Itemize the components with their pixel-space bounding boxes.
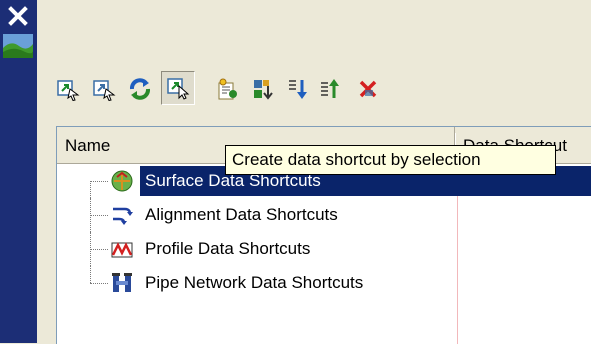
properties-icon <box>218 78 237 100</box>
refresh-icon <box>130 78 150 100</box>
move-down-button[interactable] <box>280 72 314 106</box>
tree-item-alignment[interactable]: Alignment Data Shortcuts <box>57 198 591 232</box>
tree-item-profile[interactable]: Profile Data Shortcuts <box>57 232 591 266</box>
delete-button[interactable] <box>351 72 385 106</box>
move-up-button[interactable] <box>312 72 346 106</box>
tree-item-label: Alignment Data Shortcuts <box>145 205 338 224</box>
toolbar <box>37 58 591 118</box>
landscape-icon <box>3 34 33 58</box>
column-name-label: Name <box>65 136 111 155</box>
edit-data-shortcut-button[interactable] <box>87 72 121 106</box>
create-data-shortcut-button[interactable] <box>51 72 85 106</box>
surface-icon <box>110 169 134 193</box>
tree-item-label: Pipe Network Data Shortcuts <box>145 273 364 292</box>
close-icon[interactable] <box>4 2 32 30</box>
tree-item-pipe-network[interactable]: Pipe Network Data Shortcuts <box>57 266 591 300</box>
palette-title-strip <box>0 0 37 343</box>
delete-icon <box>359 80 377 98</box>
sort-icon <box>254 80 273 100</box>
create-shortcut-by-selection-button[interactable] <box>161 71 195 105</box>
arrow-up-icon <box>321 79 339 98</box>
properties-button[interactable] <box>210 72 244 106</box>
shortcut-icon <box>57 80 80 101</box>
sort-button[interactable] <box>246 72 280 106</box>
select-shortcut-icon <box>167 78 190 100</box>
refresh-button[interactable] <box>123 72 157 106</box>
tooltip: Create data shortcut by selection <box>225 145 556 175</box>
shortcut-icon <box>93 80 116 101</box>
arrow-down-icon <box>289 80 307 99</box>
tree-item-label: Profile Data Shortcuts <box>145 239 311 258</box>
pipe-network-icon <box>110 271 134 295</box>
alignment-icon <box>110 203 134 227</box>
shortcut-tree: Surface Data Shortcuts Alignment Data Sh… <box>57 164 591 344</box>
profile-icon <box>110 237 134 261</box>
